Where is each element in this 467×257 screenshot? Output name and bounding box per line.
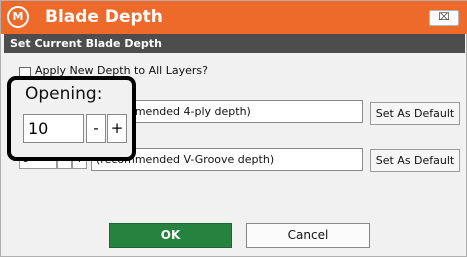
opening-label: Opening:	[25, 84, 103, 104]
opening-callout: Opening: 10 - +	[7, 76, 136, 161]
opening-depth-input[interactable]: 10	[23, 114, 84, 143]
section-title: Set Current Blade Depth	[4, 34, 465, 53]
close-button[interactable]: ⌧	[429, 10, 459, 26]
title-bar: M Blade Depth ⌧	[1, 1, 467, 34]
cancel-button[interactable]: Cancel	[246, 223, 370, 248]
blade-depth-dialog: M Blade Depth ⌧ Set Current Blade Depth …	[0, 0, 467, 257]
ok-button[interactable]: OK	[109, 223, 232, 248]
set-as-default-button-1[interactable]: Set As Default	[370, 102, 460, 125]
set-as-default-button-2[interactable]: Set As Default	[370, 149, 460, 172]
window-title: Blade Depth	[45, 7, 163, 27]
app-logo-icon: M	[7, 6, 29, 28]
opening-increment-button[interactable]: +	[107, 114, 127, 143]
opening-decrement-button[interactable]: -	[86, 114, 106, 143]
